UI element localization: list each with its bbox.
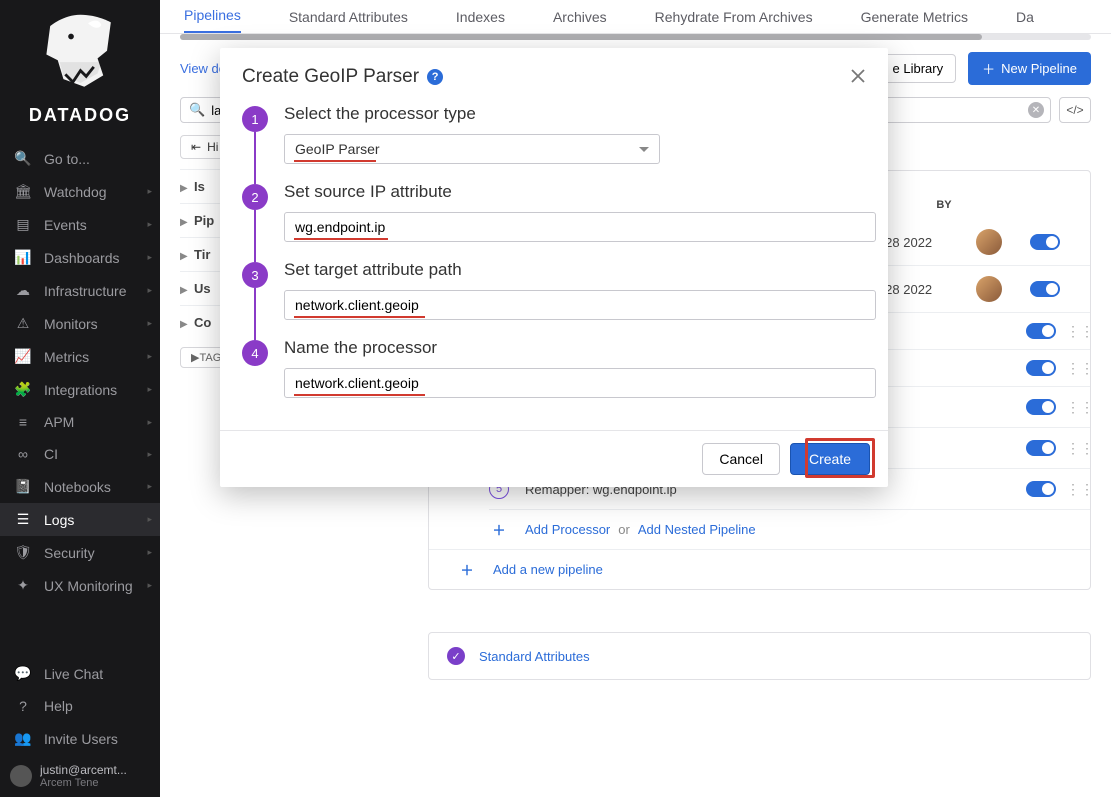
processor-name-input[interactable] <box>295 375 865 391</box>
create-button[interactable]: Create <box>790 443 870 475</box>
error-underline <box>294 160 376 162</box>
modal-title: Create GeoIP Parser <box>242 66 419 88</box>
step-title: Select the processor type <box>284 104 866 124</box>
target-path-input-wrap <box>284 290 876 320</box>
step-badge: 3 <box>242 262 268 288</box>
processor-type-select[interactable]: GeoIP Parser <box>284 134 660 164</box>
error-underline <box>294 316 425 318</box>
step-title: Name the processor <box>284 338 876 358</box>
create-geoip-modal: Create GeoIP Parser ? 1 Select the proce… <box>220 48 888 487</box>
source-ip-input-wrap <box>284 212 876 242</box>
step-title: Set target attribute path <box>284 260 876 280</box>
help-icon[interactable]: ? <box>427 69 443 85</box>
close-button[interactable] <box>850 68 866 87</box>
cancel-button[interactable]: Cancel <box>702 443 780 475</box>
source-ip-input[interactable] <box>295 219 865 235</box>
error-underline <box>294 394 425 396</box>
error-underline <box>294 238 388 240</box>
step-badge: 1 <box>242 106 268 132</box>
step-title: Set source IP attribute <box>284 182 876 202</box>
processor-name-input-wrap <box>284 368 876 398</box>
step-badge: 4 <box>242 340 268 366</box>
target-path-input[interactable] <box>295 297 865 313</box>
close-icon <box>850 68 866 84</box>
step-badge: 2 <box>242 184 268 210</box>
